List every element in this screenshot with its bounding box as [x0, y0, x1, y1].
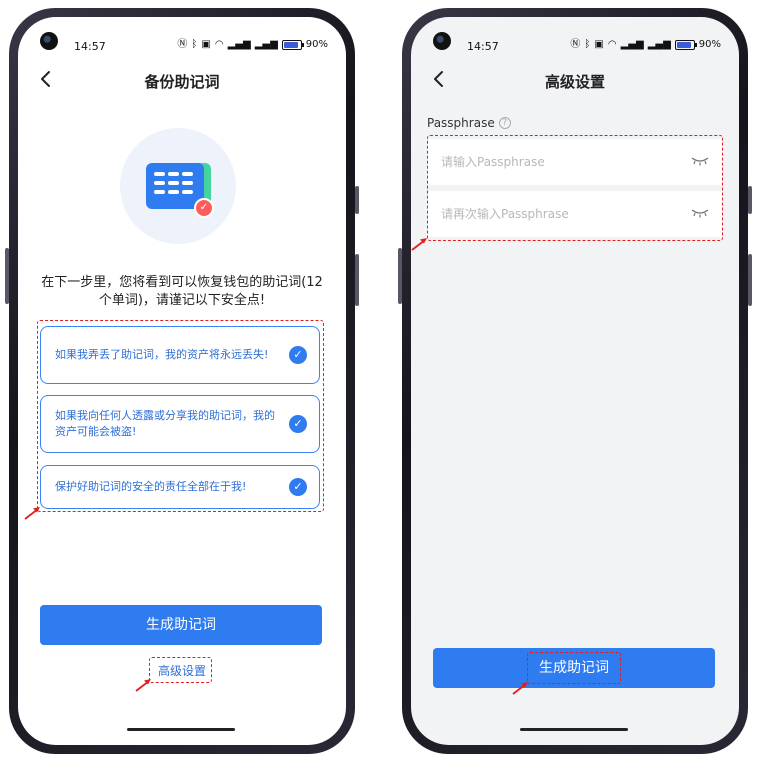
status-bar: 14:57 Ⓝ ᛒ ▣ ◠ ▂▄▆ ▂▄▆ 90% — [411, 17, 739, 57]
front-camera — [433, 32, 451, 50]
signal-5g-icon: ▂▄▆ — [227, 39, 251, 50]
annotation-box-button — [527, 652, 621, 684]
bluetooth-icon: ᛒ — [191, 39, 198, 50]
battery-icon — [674, 39, 697, 50]
shield-check-icon: ✓ — [194, 198, 214, 218]
battery-icon — [281, 39, 304, 50]
annotation-box-link — [149, 657, 212, 683]
annotation-arrow-icon — [411, 238, 427, 251]
wifi-icon: ◠ — [214, 39, 224, 50]
nfc-icon: Ⓝ — [570, 39, 581, 50]
page-title: 备份助记词 — [144, 73, 220, 91]
backup-screen: 14:57 Ⓝ ᛒ ▣ ◠ ▂▄▆ ▂▄▆ 90% 备份助记词 ✓ 在下一步里，… — [18, 17, 346, 745]
intro-text: 在下一步里，您将看到可以恢复钱包的助记词(12个单词)，请谨记以下安全点! — [41, 275, 323, 308]
nav-bar: 备份助记词 — [18, 67, 346, 93]
hd-icon: ▣ — [594, 39, 604, 50]
phone-frame-backup: 14:57 Ⓝ ᛒ ▣ ◠ ▂▄▆ ▂▄▆ 90% 备份助记词 ✓ 在下一步里，… — [5, 8, 359, 754]
annotation-box-inputs — [427, 135, 723, 241]
status-time: 14:57 — [467, 40, 499, 53]
page-title: 高级设置 — [544, 73, 605, 91]
annotation-arrow-icon — [135, 679, 151, 692]
passphrase-label: Passphrase — [427, 116, 495, 130]
generate-mnemonic-button[interactable]: 生成助记词 — [40, 605, 322, 645]
signal-icon: ▂▄▆ — [647, 39, 671, 50]
phone-frame-advanced: 14:57 Ⓝ ᛒ ▣ ◠ ▂▄▆ ▂▄▆ 90% 高级设置 Passphras… — [398, 8, 752, 754]
signal-icon: ▂▄▆ — [254, 39, 278, 50]
status-time: 14:57 — [74, 40, 106, 53]
wifi-icon: ◠ — [607, 39, 617, 50]
help-question-icon[interactable]: ? — [498, 117, 511, 129]
advanced-screen: 14:57 Ⓝ ᛒ ▣ ◠ ▂▄▆ ▂▄▆ 90% 高级设置 Passphras… — [411, 17, 739, 745]
hd-icon: ▣ — [201, 39, 211, 50]
nfc-icon: Ⓝ — [177, 39, 188, 50]
annotation-box-items — [37, 320, 324, 512]
home-indicator[interactable] — [127, 728, 235, 731]
mnemonic-card-illustration: ✓ — [120, 128, 236, 244]
nav-bar: 高级设置 — [411, 67, 739, 93]
battery-percent: 90% — [305, 39, 328, 50]
battery-percent: 90% — [698, 39, 721, 50]
bluetooth-icon: ᛒ — [584, 39, 591, 50]
front-camera — [40, 32, 58, 50]
annotation-arrow-icon — [24, 507, 40, 520]
signal-5g-icon: ▂▄▆ — [620, 39, 644, 50]
status-bar: 14:57 Ⓝ ᛒ ▣ ◠ ▂▄▆ ▂▄▆ 90% — [18, 17, 346, 57]
annotation-arrow-icon — [512, 682, 528, 695]
home-indicator[interactable] — [520, 728, 628, 731]
